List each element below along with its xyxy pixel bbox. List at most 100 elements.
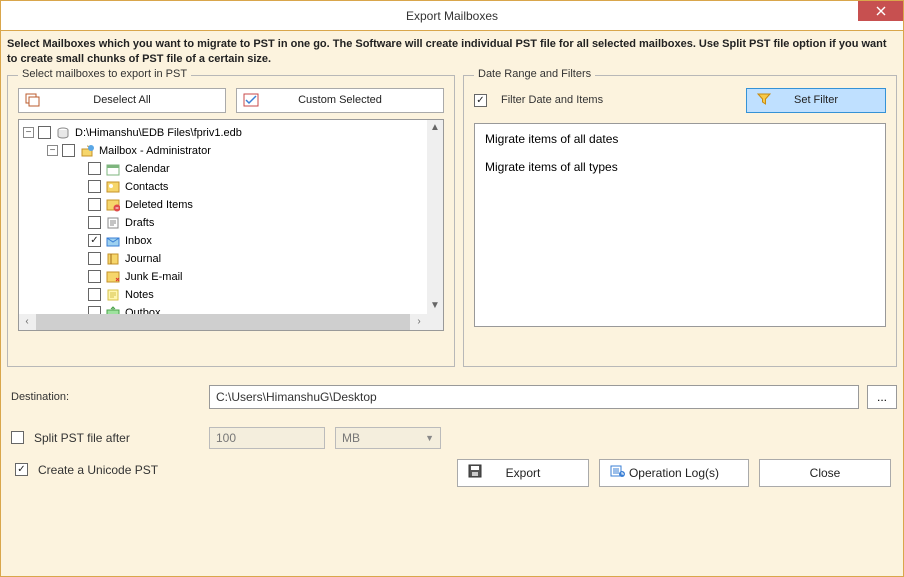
expand-toggle[interactable]: − (47, 145, 58, 156)
tree-node-folder[interactable]: Inbox (21, 232, 425, 250)
scroll-corner (427, 314, 443, 330)
notes-icon (105, 287, 121, 303)
split-unit-select[interactable]: MB ▼ (335, 427, 441, 449)
scroll-right-icon[interactable]: › (411, 314, 427, 330)
custom-selected-button[interactable]: Custom Selected (236, 88, 444, 113)
tree-spacer (73, 271, 84, 282)
unicode-pst-label: Create a Unicode PST (38, 463, 158, 477)
tree-node-folder[interactable]: Contacts (21, 178, 425, 196)
unicode-pst-checkbox[interactable] (15, 463, 28, 476)
tree-node-folder[interactable]: Journal (21, 250, 425, 268)
deselect-icon (25, 93, 41, 107)
scroll-down-icon[interactable]: ▼ (427, 298, 443, 314)
window-title: Export Mailboxes (406, 9, 498, 23)
tree-node-label: Outbox (125, 307, 160, 314)
horizontal-scrollbar[interactable]: ‹ › (19, 314, 427, 330)
tree-spacer (73, 163, 84, 174)
mailbox-tree[interactable]: − D:\Himanshu\EDB Files\fpriv1.edb − Mai… (18, 119, 444, 331)
tree-spacer (73, 181, 84, 192)
window-body: Select Mailboxes which you want to migra… (1, 31, 903, 576)
tree-checkbox[interactable] (88, 216, 101, 229)
export-mailboxes-window: Export Mailboxes Select Mailboxes which … (0, 0, 904, 577)
filter-date-label: Filter Date and Items (501, 94, 603, 106)
tree-checkbox[interactable] (88, 252, 101, 265)
operation-logs-button[interactable]: Operation Log(s) (599, 459, 749, 487)
date-range-filters-group: Date Range and Filters Filter Date and I… (463, 75, 897, 367)
tree-node-label: Drafts (125, 217, 154, 229)
split-pst-checkbox[interactable] (11, 431, 24, 444)
journal-icon (105, 251, 121, 267)
tree-spacer (73, 217, 84, 228)
save-icon (468, 464, 482, 481)
database-icon (55, 125, 71, 141)
chevron-down-icon: ▼ (425, 433, 434, 443)
filter-summary-line: Migrate items of all types (485, 160, 875, 174)
tree-node-folder[interactable]: Calendar (21, 160, 425, 178)
funnel-icon (757, 92, 771, 109)
tree-node-label: Mailbox - Administrator (99, 145, 211, 157)
export-button[interactable]: Export (457, 459, 589, 487)
tree-node-folder[interactable]: Drafts (21, 214, 425, 232)
tree-checkbox[interactable] (88, 180, 101, 193)
inbox-icon (105, 233, 121, 249)
tree-node-folder[interactable]: Deleted Items (21, 196, 425, 214)
tree-spacer (73, 253, 84, 264)
tree-node-mailbox[interactable]: − Mailbox - Administrator (21, 142, 425, 160)
tree-checkbox[interactable] (88, 288, 101, 301)
mailbox-icon (79, 143, 95, 159)
filter-summary-line: Migrate items of all dates (485, 132, 875, 146)
select-mailboxes-group: Select mailboxes to export in PST Desele… (7, 75, 455, 367)
split-size-input[interactable]: 100 (209, 427, 325, 449)
scroll-left-icon[interactable]: ‹ (19, 314, 35, 330)
browse-button[interactable]: ... (867, 385, 897, 409)
tree-node-label: Inbox (125, 235, 152, 247)
tree-node-label: Contacts (125, 181, 168, 193)
destination-input[interactable]: C:\Users\HimanshuG\Desktop (209, 385, 859, 409)
tree-checkbox[interactable] (88, 306, 101, 314)
select-mailboxes-label: Select mailboxes to export in PST (18, 68, 191, 80)
drafts-icon (105, 215, 121, 231)
tree-node-label: D:\Himanshu\EDB Files\fpriv1.edb (75, 127, 242, 139)
close-icon (876, 6, 886, 16)
tree-content: − D:\Himanshu\EDB Files\fpriv1.edb − Mai… (19, 120, 427, 314)
tree-spacer (73, 235, 84, 246)
window-close-button[interactable] (858, 1, 903, 21)
tree-checkbox[interactable] (88, 198, 101, 211)
tree-node-label: Deleted Items (125, 199, 193, 211)
junk-icon (105, 269, 121, 285)
date-range-label: Date Range and Filters (474, 68, 595, 80)
tree-node-folder[interactable]: Outbox (21, 304, 425, 314)
split-pst-label: Split PST file after (34, 431, 130, 445)
tree-spacer (73, 199, 84, 210)
destination-label: Destination: (7, 391, 209, 403)
outbox-icon (105, 305, 121, 314)
filter-date-checkbox[interactable] (474, 94, 487, 107)
tree-checkbox[interactable] (62, 144, 75, 157)
tree-node-label: Junk E-mail (125, 271, 182, 283)
tree-checkbox[interactable] (88, 270, 101, 283)
deleted-icon (105, 197, 121, 213)
set-filter-button[interactable]: Set Filter (746, 88, 886, 113)
logs-icon (610, 464, 626, 481)
deselect-all-button[interactable]: Deselect All (18, 88, 226, 113)
close-button[interactable]: Close (759, 459, 891, 487)
contacts-icon (105, 179, 121, 195)
vertical-scrollbar[interactable]: ▲ ▼ (427, 120, 443, 314)
tree-checkbox[interactable] (88, 162, 101, 175)
custom-selected-icon (243, 93, 259, 107)
tree-checkbox[interactable] (38, 126, 51, 139)
tree-spacer (73, 289, 84, 300)
tree-node-folder[interactable]: Junk E-mail (21, 268, 425, 286)
filter-summary-box: Migrate items of all dates Migrate items… (474, 123, 886, 327)
expand-toggle[interactable]: − (23, 127, 34, 138)
tree-node-label: Journal (125, 253, 161, 265)
scroll-up-icon[interactable]: ▲ (427, 120, 443, 136)
titlebar: Export Mailboxes (1, 1, 903, 31)
tree-node-label: Notes (125, 289, 154, 301)
tree-node-label: Calendar (125, 163, 170, 175)
tree-node-folder[interactable]: Notes (21, 286, 425, 304)
tree-checkbox[interactable] (88, 234, 101, 247)
tree-node-root[interactable]: − D:\Himanshu\EDB Files\fpriv1.edb (21, 124, 425, 142)
scrollbar-thumb[interactable] (36, 314, 410, 330)
calendar-icon (105, 161, 121, 177)
